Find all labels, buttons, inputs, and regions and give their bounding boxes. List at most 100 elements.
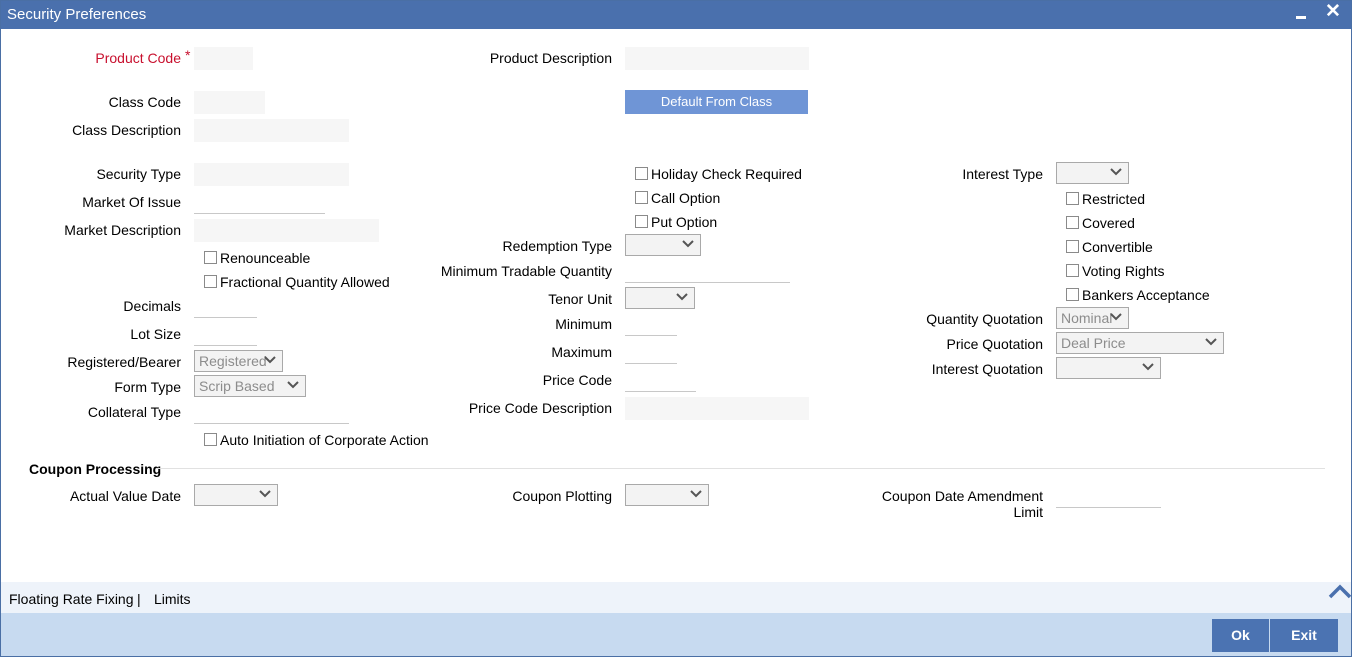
registered-bearer-label: Registered/Bearer — [67, 354, 181, 370]
market-of-issue-input[interactable] — [194, 191, 325, 214]
form-type-select[interactable]: Scrip Based — [194, 375, 306, 397]
interest-type-select[interactable] — [1056, 162, 1129, 184]
coupon-date-amendment-label-line1: Coupon Date Amendment — [881, 488, 1043, 504]
holiday-check-label: Holiday Check Required — [651, 166, 802, 182]
renounceable-label: Renounceable — [220, 250, 311, 266]
interest-type-label: Interest Type — [962, 166, 1043, 182]
call-option-checkbox[interactable] — [635, 191, 648, 204]
chevron-down-icon — [258, 487, 272, 501]
chevron-down-icon — [1109, 165, 1123, 179]
voting-rights-checkbox[interactable] — [1066, 264, 1079, 277]
decimals-label: Decimals — [123, 298, 181, 314]
coupon-plotting-select[interactable] — [625, 484, 709, 506]
put-option-checkbox[interactable] — [635, 215, 648, 228]
class-code-input[interactable] — [194, 91, 265, 114]
security-type-label: Security Type — [96, 166, 181, 182]
chevron-down-icon — [1141, 360, 1155, 374]
product-code-label: Product Code — [95, 50, 181, 66]
security-preferences-window: Security Preferences ✕ Product Code * Cl… — [0, 0, 1352, 657]
chevron-down-icon — [1109, 310, 1123, 324]
bankers-acceptance-checkbox[interactable] — [1066, 288, 1079, 301]
price-code-description-input[interactable] — [625, 397, 809, 420]
close-icon[interactable]: ✕ — [1323, 1, 1343, 23]
put-option-label: Put Option — [651, 214, 718, 230]
auto-initiation-checkbox[interactable] — [204, 433, 217, 446]
voting-rights-label: Voting Rights — [1082, 263, 1165, 279]
lot-size-label: Lot Size — [130, 326, 181, 342]
form-type-value: Scrip Based — [199, 378, 275, 394]
renounceable-checkbox[interactable] — [204, 251, 217, 264]
redemption-type-label: Redemption Type — [502, 238, 612, 254]
market-of-issue-label: Market Of Issue — [82, 194, 181, 210]
minimum-tradable-quantity-label: Minimum Tradable Quantity — [440, 263, 612, 279]
subsystem-bar: Floating Rate Fixing | Limits — [1, 582, 1351, 613]
market-description-input[interactable] — [194, 219, 379, 242]
window-title: Security Preferences — [7, 6, 147, 23]
quantity-quotation-label: Quantity Quotation — [926, 311, 1043, 327]
exit-button[interactable]: Exit — [1270, 619, 1338, 652]
tenor-unit-label: Tenor Unit — [548, 291, 612, 307]
coupon-processing-title: Coupon Processing — [29, 461, 162, 477]
quantity-quotation-select[interactable]: Nominal — [1056, 307, 1129, 329]
security-type-input[interactable] — [194, 163, 349, 186]
chevron-up-icon[interactable] — [1328, 583, 1351, 601]
price-code-description-label: Price Code Description — [468, 400, 612, 416]
registered-bearer-value: Registered — [199, 353, 267, 369]
fractional-quantity-label: Fractional Quantity Allowed — [220, 274, 390, 290]
actual-value-date-select[interactable] — [194, 484, 278, 506]
quantity-quotation-value: Nominal — [1061, 310, 1113, 326]
minimum-label: Minimum — [555, 316, 612, 332]
interest-quotation-label: Interest Quotation — [931, 361, 1043, 377]
fractional-quantity-checkbox[interactable] — [204, 275, 217, 288]
price-code-input[interactable] — [625, 369, 696, 392]
price-quotation-label: Price Quotation — [946, 336, 1044, 352]
price-quotation-value: Deal Price — [1061, 335, 1126, 351]
tenor-unit-select[interactable] — [625, 287, 695, 309]
product-description-input[interactable] — [625, 47, 809, 70]
holiday-check-checkbox[interactable] — [635, 167, 648, 180]
chevron-down-icon — [681, 237, 695, 251]
convertible-label: Convertible — [1082, 239, 1153, 255]
call-option-label: Call Option — [651, 190, 721, 206]
limits-link[interactable]: Limits — [154, 591, 191, 607]
form-type-label: Form Type — [114, 379, 181, 395]
minimize-icon[interactable] — [1291, 7, 1311, 23]
maximum-label: Maximum — [551, 344, 612, 360]
chevron-down-icon — [689, 487, 703, 501]
minimum-input[interactable] — [625, 313, 677, 336]
redemption-type-select[interactable] — [625, 234, 701, 256]
floating-rate-fixing-link[interactable]: Floating Rate Fixing — [9, 591, 134, 607]
decimals-input[interactable] — [194, 295, 257, 318]
interest-quotation-select[interactable] — [1056, 357, 1161, 379]
actual-value-date-label: Actual Value Date — [69, 488, 181, 504]
maximum-input[interactable] — [625, 341, 677, 364]
market-description-label: Market Description — [64, 222, 181, 238]
class-description-input[interactable] — [194, 119, 349, 142]
lot-size-input[interactable] — [194, 323, 257, 346]
registered-bearer-select[interactable]: Registered — [194, 350, 283, 372]
price-quotation-select[interactable]: Deal Price — [1056, 332, 1224, 354]
chevron-down-icon — [286, 378, 300, 392]
coupon-plotting-label: Coupon Plotting — [512, 488, 612, 504]
class-code-label: Class Code — [108, 94, 181, 110]
title-bar: Security Preferences ✕ — [1, 1, 1351, 29]
section-divider — [156, 468, 1325, 469]
product-code-input[interactable] — [194, 47, 253, 70]
minimum-tradable-quantity-input[interactable] — [625, 260, 790, 283]
covered-checkbox[interactable] — [1066, 216, 1079, 229]
price-code-label: Price Code — [542, 372, 612, 388]
link-separator: | — [137, 591, 141, 607]
coupon-date-amendment-label-line2: Limit — [1013, 504, 1043, 520]
coupon-date-amendment-limit-input[interactable] — [1056, 485, 1161, 508]
class-description-label: Class Description — [72, 122, 181, 138]
covered-label: Covered — [1082, 215, 1135, 231]
chevron-down-icon — [675, 290, 689, 304]
restricted-checkbox[interactable] — [1066, 192, 1079, 205]
convertible-checkbox[interactable] — [1066, 240, 1079, 253]
auto-initiation-label: Auto Initiation of Corporate Action — [220, 432, 429, 448]
collateral-type-input[interactable] — [194, 401, 349, 424]
action-bar — [1, 613, 1351, 656]
required-marker: * — [185, 47, 191, 63]
default-from-class-button[interactable]: Default From Class — [625, 90, 808, 114]
ok-button[interactable]: Ok — [1212, 619, 1269, 652]
